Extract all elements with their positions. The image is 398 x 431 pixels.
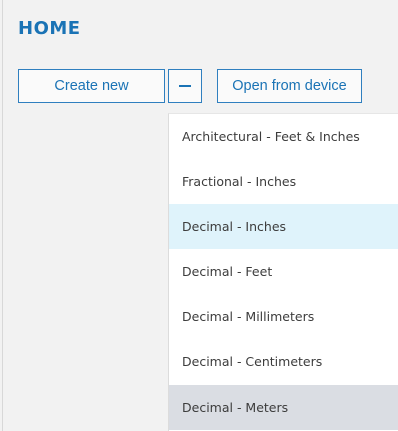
app-window: HOME Create new Open from device Archite… <box>0 0 398 431</box>
left-divider <box>2 0 3 431</box>
page-title: HOME <box>18 18 81 39</box>
minus-icon <box>179 85 191 87</box>
menu-item-decimal-centimeters[interactable]: Decimal - Centimeters <box>169 339 398 384</box>
menu-item-decimal-meters[interactable]: Decimal - Meters <box>169 385 398 430</box>
collapse-toggle-button[interactable] <box>168 69 202 103</box>
menu-item-decimal-feet[interactable]: Decimal - Feet <box>169 249 398 294</box>
create-new-button[interactable]: Create new <box>18 69 165 103</box>
menu-item-decimal-inches[interactable]: Decimal - Inches <box>169 204 398 249</box>
menu-item-fractional-inches[interactable]: Fractional - Inches <box>169 159 398 204</box>
open-from-device-button[interactable]: Open from device <box>217 69 362 103</box>
menu-item-architectural-feet-inches[interactable]: Architectural - Feet & Inches <box>169 114 398 159</box>
units-dropdown-menu: Architectural - Feet & Inches Fractional… <box>168 113 398 431</box>
menu-item-decimal-millimeters[interactable]: Decimal - Millimeters <box>169 294 398 339</box>
